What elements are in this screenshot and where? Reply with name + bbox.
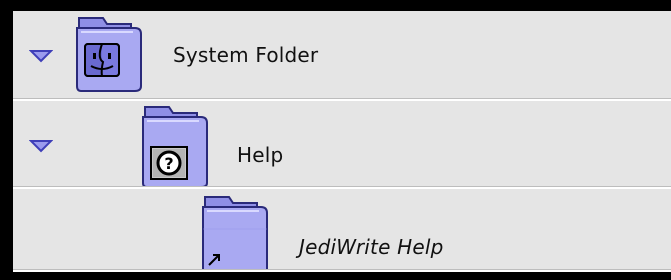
finder-window: System Folder ? Help JediWrite Help <box>0 0 671 280</box>
list-row-system-folder[interactable]: System Folder <box>13 11 671 101</box>
row-label-system-folder[interactable]: System Folder <box>173 43 318 67</box>
svg-text:?: ? <box>164 154 173 173</box>
window-bottom-edge <box>13 272 671 280</box>
window-left-frame <box>0 0 13 280</box>
list-row-jediwrite-help[interactable]: JediWrite Help <box>13 189 671 274</box>
window-top-edge <box>0 0 671 11</box>
disclosure-triangle-expanded-icon[interactable] <box>29 139 53 153</box>
alias-arrow-icon <box>207 251 223 271</box>
file-list: System Folder ? Help JediWrite Help <box>13 11 671 280</box>
disclosure-triangle-expanded-icon[interactable] <box>29 49 53 63</box>
help-folder-icon[interactable]: ? <box>139 101 211 187</box>
system-folder-icon[interactable] <box>73 14 145 94</box>
row-label-help[interactable]: Help <box>237 143 283 167</box>
list-row-help[interactable]: ? Help <box>13 101 671 189</box>
row-label-jediwrite-help[interactable]: JediWrite Help <box>299 235 444 259</box>
